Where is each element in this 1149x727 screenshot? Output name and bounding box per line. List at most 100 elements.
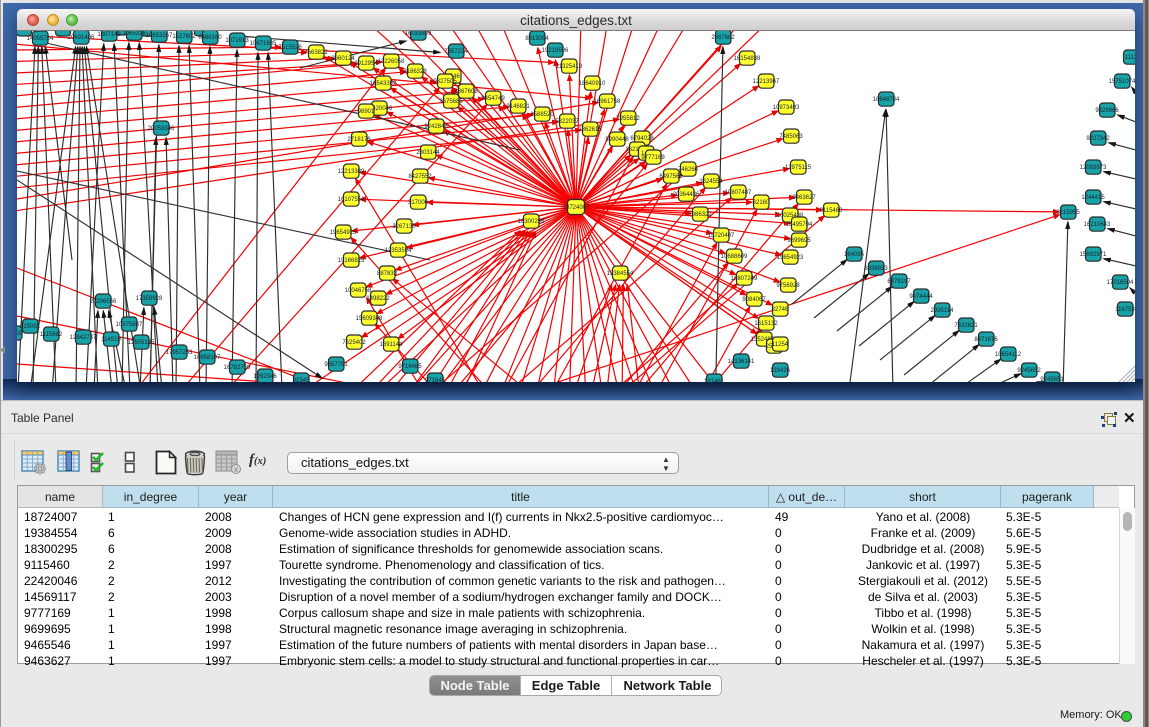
svg-text:11254: 11254 [772,342,789,348]
svg-text:1115682: 1115682 [40,332,63,338]
svg-text:2935114: 2935114 [931,308,955,314]
svg-text:16107554: 16107554 [338,197,365,203]
svg-text:10653267: 10653267 [146,33,173,39]
svg-text:17957253: 17957253 [166,350,193,356]
svg-text:3267130: 3267130 [392,224,416,230]
svg-text:19384554: 19384554 [607,271,634,277]
svg-text:1691144: 1691144 [380,342,404,348]
svg-text:8990448: 8990448 [605,137,629,143]
svg-text:2718176: 2718176 [347,137,371,143]
svg-text:98901: 98901 [358,109,375,115]
svg-text:6497568: 6497568 [659,174,683,180]
svg-text:10654112: 10654112 [995,352,1022,358]
svg-text:3215955: 3215955 [1056,210,1080,216]
svg-text:1244415: 1244415 [1081,195,1105,201]
svg-text:7955812: 7955812 [616,116,640,122]
svg-text:12942737: 12942737 [70,335,97,341]
svg-text:164095: 164095 [844,252,865,258]
svg-text:9474444: 9474444 [909,294,933,300]
svg-text:20364436: 20364436 [673,192,700,198]
svg-text:15609348: 15609348 [356,316,383,322]
svg-text:17016504: 17016504 [1107,280,1134,286]
svg-text:116753: 116753 [1115,307,1135,313]
svg-text:19654923: 19654923 [777,255,804,261]
svg-text:9242848: 9242848 [424,124,448,130]
svg-text:32746: 32746 [772,307,789,313]
svg-text:317006: 317006 [408,200,429,206]
svg-text:10807487: 10807487 [725,190,752,196]
svg-text:10975887: 10975887 [116,322,143,328]
svg-text:6794028: 6794028 [630,136,654,142]
svg-text:16210643: 16210643 [1084,222,1111,228]
svg-text:7625402: 7625402 [342,340,366,346]
svg-text:8660124: 8660124 [331,56,355,62]
svg-text:9245651: 9245651 [1040,377,1064,382]
svg-text:15720407: 15720407 [708,233,735,239]
svg-text:20206556: 20206556 [90,299,117,305]
svg-text:11325419: 11325419 [556,64,583,70]
svg-text:2087682: 2087682 [711,35,735,41]
svg-text:8938923: 8938923 [864,266,888,272]
svg-text:15751074: 15751074 [1109,79,1135,85]
svg-text:9329966: 9329966 [1095,108,1119,114]
svg-text:133426: 133426 [770,368,791,374]
svg-text:1071913: 1071913 [225,38,249,44]
svg-text:1112: 1112 [1125,55,1135,61]
svg-text:1362615: 1362615 [578,127,602,133]
svg-text:12213967: 12213967 [753,79,780,85]
svg-text:13353594: 13353594 [385,248,412,254]
svg-text:10671935: 10671935 [250,41,277,47]
svg-text:8186328: 8186328 [403,69,427,75]
svg-text:19218506: 19218506 [542,48,569,54]
svg-text:10046758: 10046758 [345,288,372,294]
svg-text:9327505: 9327505 [433,79,457,85]
svg-text:16154838: 16154838 [734,56,761,62]
svg-text:3624554: 3624554 [699,179,723,185]
svg-text:12975115: 12975115 [785,165,812,171]
svg-text:1615132: 1615132 [754,321,778,327]
svg-text:9716485: 9716485 [398,364,422,370]
svg-text:1527602: 1527602 [172,34,196,40]
svg-text:19166825: 19166825 [338,258,365,264]
svg-text:9084067: 9084067 [742,297,766,303]
svg-text:1807149: 1807149 [97,32,121,38]
svg-text:971645: 971645 [425,378,446,382]
svg-text:x: x [234,465,238,474]
svg-text:7357224: 7357224 [444,49,468,55]
svg-text:12213389: 12213389 [338,169,365,175]
svg-text:12093873: 12093873 [1080,165,1107,171]
svg-text:2803144: 2803144 [416,150,440,156]
svg-text:20053346: 20053346 [148,126,175,132]
svg-text:9777169: 9777169 [641,155,665,161]
svg-text:6879197: 6879197 [887,279,911,285]
svg-text:10973493: 10973493 [773,105,800,111]
svg-text:18640910: 18640910 [579,81,606,87]
svg-text:39159: 39159 [17,331,23,337]
svg-text:5322037: 5322037 [555,119,579,125]
svg-text:131461: 131461 [704,379,725,382]
svg-text:8471676: 8471676 [974,337,998,343]
svg-text:19654925: 19654925 [330,230,357,236]
svg-text:16782759: 16782759 [224,365,251,371]
svg-text:1292346: 1292346 [253,374,277,380]
svg-text:17359928: 17359928 [136,296,163,302]
svg-text:9115460: 9115460 [820,208,844,214]
svg-text:9699695: 9699695 [787,238,811,244]
svg-text:9227342: 9227342 [1086,136,1110,142]
svg-text:13226058: 13226058 [378,59,405,65]
svg-text:10688609: 10688609 [721,254,748,260]
svg-text:18724007: 18724007 [563,205,590,211]
svg-text:16495794: 16495794 [786,222,813,228]
svg-text:14055724: 14055724 [27,36,54,42]
svg-text:62160: 62160 [753,200,770,206]
svg-text:20691406: 20691406 [68,35,95,41]
svg-text:746266: 746266 [678,167,699,173]
svg-text:1065326: 1065326 [122,31,146,37]
svg-text:14136141: 14136141 [728,359,755,365]
svg-text:92345: 92345 [293,378,310,382]
svg-text:16033809: 16033809 [405,31,432,37]
svg-text:9146821: 9146821 [506,104,530,110]
svg-text:15692971: 15692971 [1080,252,1107,258]
svg-text:9463627: 9463627 [792,195,816,201]
svg-text:7515526: 7515526 [278,45,302,51]
